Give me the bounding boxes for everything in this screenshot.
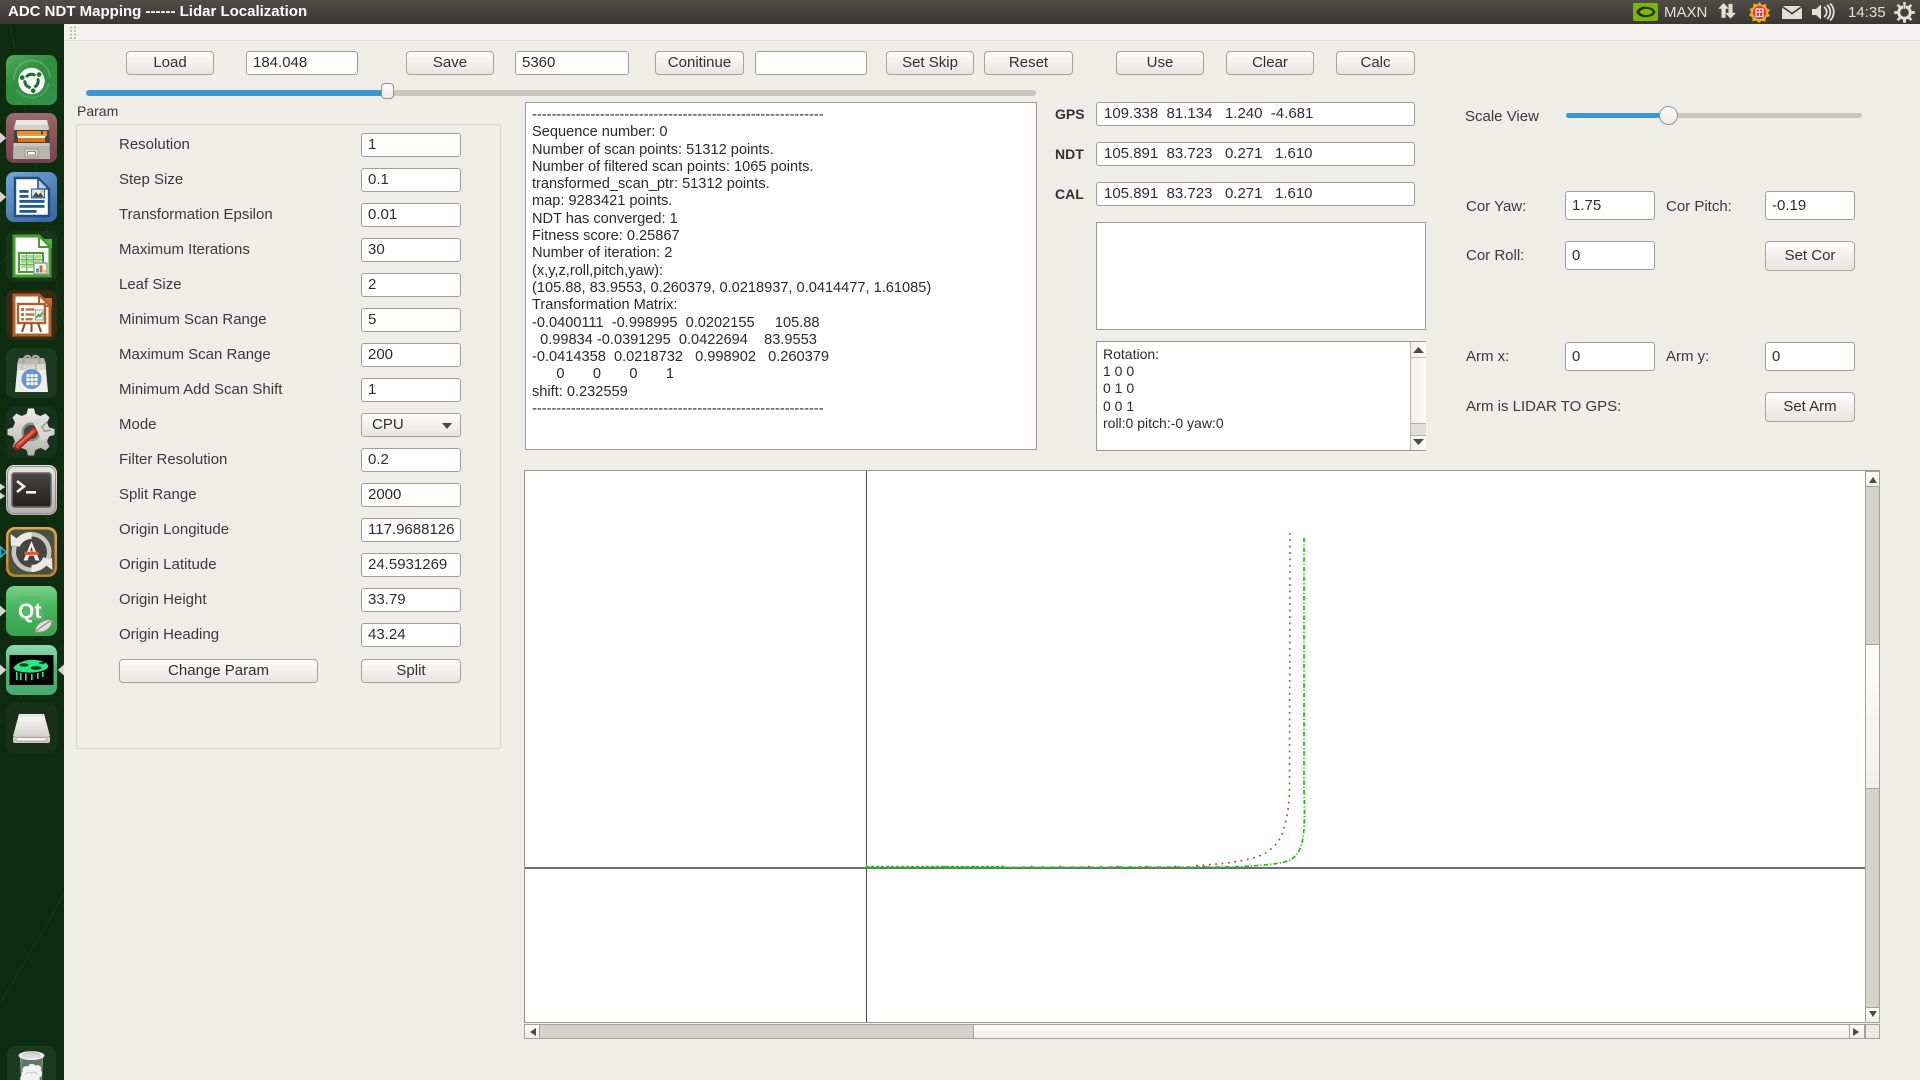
svg-text:Qt: Qt (18, 600, 41, 623)
